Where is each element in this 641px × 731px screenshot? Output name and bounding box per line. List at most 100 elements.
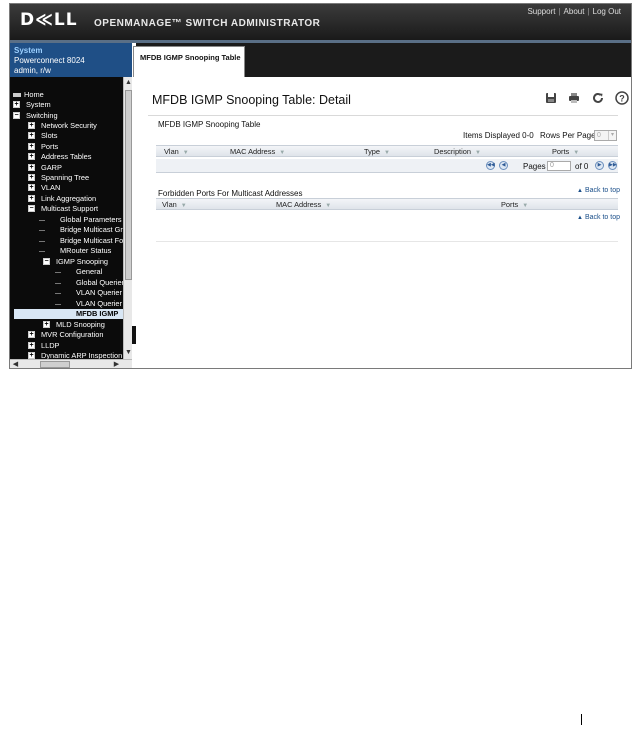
dell-logo: D≪LL xyxy=(20,10,78,30)
expand-icon[interactable]: + xyxy=(28,174,35,181)
nav-item-lldp[interactable]: + LLDP xyxy=(28,341,60,351)
expand-icon[interactable]: + xyxy=(28,195,35,202)
back-to-top-link[interactable]: ▲ Back to top xyxy=(577,214,620,221)
expand-icon[interactable]: + xyxy=(28,164,35,171)
nav-item-mld-snooping[interactable]: + MLD Snooping xyxy=(43,320,105,330)
col-ports[interactable]: Ports ▼ xyxy=(501,200,528,209)
nav-item-mrouter-status[interactable]: MRouter Status xyxy=(39,246,111,256)
page-of-label: of 0 xyxy=(575,162,589,171)
logout-link[interactable]: Log Out xyxy=(593,7,621,16)
title-divider xyxy=(148,115,618,116)
col-mac-address[interactable]: MAC Address ▼ xyxy=(276,200,331,209)
nav-item-ports[interactable]: + Ports xyxy=(28,142,58,152)
nav-item-global-querier[interactable]: Global Querier xyxy=(55,278,124,288)
nav-item-link-aggregation[interactable]: + Link Aggregation xyxy=(28,194,96,204)
nav-item-slots[interactable]: + Slots xyxy=(28,131,57,141)
page-footer-rule xyxy=(581,714,582,725)
items-displayed: Items Displayed 0-0 xyxy=(463,131,534,140)
expand-icon[interactable]: + xyxy=(28,153,35,160)
col-mac-address[interactable]: MAC Address ▼ xyxy=(230,147,285,156)
col-ports[interactable]: Ports ▼ xyxy=(552,147,579,156)
up-arrow-icon: ▲ xyxy=(577,215,583,221)
refresh-icon[interactable] xyxy=(590,90,606,106)
system-title: System xyxy=(14,46,43,55)
sort-icon: ▼ xyxy=(325,203,332,209)
nav-item-bridge-multicast-group[interactable]: Bridge Multicast Gr xyxy=(39,225,123,235)
col-description[interactable]: Description ▼ xyxy=(434,147,481,156)
top-links: Support | About | Log Out xyxy=(527,7,621,16)
svg-text:?: ? xyxy=(619,94,625,104)
prev-page-icon[interactable]: ◀ xyxy=(499,161,508,170)
expand-icon[interactable]: + xyxy=(28,184,35,191)
page-number-input[interactable]: 0 xyxy=(547,161,571,171)
support-link[interactable]: Support xyxy=(527,7,555,16)
about-link[interactable]: About xyxy=(564,7,585,16)
up-arrow-icon: ▲ xyxy=(577,188,583,194)
nav-horizontal-scrollbar[interactable]: ◀ ▶ xyxy=(10,359,132,368)
expand-icon[interactable]: + xyxy=(28,331,35,338)
nav-item-bridge-multicast-forward[interactable]: Bridge Multicast Fo xyxy=(39,236,123,246)
nav-item-igmp-snooping[interactable]: − IGMP Snooping xyxy=(43,257,108,267)
chevron-down-icon: ▾ xyxy=(608,131,616,140)
nav-item-multicast-support[interactable]: − Multicast Support xyxy=(28,204,98,214)
next-page-icon[interactable]: ▶ xyxy=(595,161,604,170)
expand-icon[interactable]: + xyxy=(43,321,50,328)
sort-icon: ▼ xyxy=(182,150,189,156)
expand-icon[interactable]: + xyxy=(28,122,35,129)
nav-item-vlan-querier[interactable]: VLAN Querier xyxy=(55,288,122,298)
sort-icon: ▼ xyxy=(573,150,580,156)
nav-item-network-security[interactable]: + Network Security xyxy=(28,121,97,131)
nav-item-igmp-general[interactable]: General xyxy=(55,267,102,277)
scroll-left-icon[interactable]: ◀ xyxy=(11,360,20,368)
section-divider xyxy=(156,241,618,242)
expand-icon[interactable]: + xyxy=(13,101,20,108)
system-info-panel: System Powerconnect 8024 admin, r/w xyxy=(10,43,132,77)
back-to-top-link[interactable]: ▲ Back to top xyxy=(577,187,620,194)
tab-mfdb-igmp-snooping-table[interactable]: MFDB IGMP Snooping Table xyxy=(133,46,245,77)
scroll-thumb-horizontal[interactable] xyxy=(40,361,70,368)
nav-item-dynamic-arp-inspection[interactable]: + Dynamic ARP Inspection xyxy=(28,351,122,359)
product-name: OPENMANAGE™ SWITCH ADMINISTRATOR xyxy=(94,18,321,29)
expand-icon[interactable]: + xyxy=(28,143,35,150)
nav-item-address-tables[interactable]: + Address Tables xyxy=(28,152,91,162)
col-vlan[interactable]: Vlan ▼ xyxy=(162,200,187,209)
rows-per-page-select[interactable]: 0 ▾ xyxy=(594,130,617,141)
expand-icon[interactable]: + xyxy=(28,132,35,139)
col-type[interactable]: Type ▼ xyxy=(364,147,390,156)
home-icon xyxy=(13,93,21,97)
content-area: MFDB IGMP Snooping Table: Detail ? MFDB … xyxy=(136,77,631,368)
expand-icon[interactable]: + xyxy=(28,352,35,359)
nav-item-system[interactable]: + System xyxy=(13,100,51,110)
screenshot-frame: D≪LL OPENMANAGE™ SWITCH ADMINISTRATOR Su… xyxy=(9,3,632,369)
nav-item-vlan-querier-status[interactable]: VLAN Querier S xyxy=(55,299,129,309)
nav-item-vlan[interactable]: + VLAN xyxy=(28,183,60,193)
expand-icon[interactable]: + xyxy=(28,342,35,349)
last-page-icon[interactable]: ▶▶ xyxy=(608,161,617,170)
page-title: MFDB IGMP Snooping Table: Detail xyxy=(152,93,351,107)
help-icon[interactable]: ? xyxy=(614,90,630,106)
nav-item-mfdb-igmp[interactable]: MFDB IGMP xyxy=(14,309,123,319)
collapse-icon[interactable]: − xyxy=(13,112,20,119)
forbidden-table-header: Vlan ▼ MAC Address ▼ Ports ▼ xyxy=(156,198,618,210)
mfdb-table-header: Vlan ▼ MAC Address ▼ Type ▼ Description ▼ Po… xyxy=(156,145,618,157)
pages-label: Pages xyxy=(523,162,546,171)
sort-icon: ▼ xyxy=(522,203,529,209)
sort-icon: ▼ xyxy=(180,203,187,209)
scroll-thumb[interactable] xyxy=(125,90,132,280)
save-icon[interactable] xyxy=(543,90,559,106)
collapse-icon[interactable]: − xyxy=(28,205,35,212)
col-vlan[interactable]: Vlan ▼ xyxy=(164,147,189,156)
rows-per-page-label: Rows Per Page xyxy=(540,131,596,140)
nav-item-garp[interactable]: + GARP xyxy=(28,163,62,173)
nav-item-spanning-tree[interactable]: + Spanning Tree xyxy=(28,173,89,183)
sort-icon: ▼ xyxy=(279,150,286,156)
scroll-right-icon[interactable]: ▶ xyxy=(112,360,121,368)
print-icon[interactable] xyxy=(566,90,582,106)
nav-item-global-parameters[interactable]: Global Parameters xyxy=(39,215,122,225)
first-page-icon[interactable]: ◀◀ xyxy=(486,161,495,170)
collapse-icon[interactable]: − xyxy=(43,258,50,265)
mfdb-table-pager: ◀◀ ◀ Pages 0 of 0 ▶ ▶▶ xyxy=(156,159,618,173)
nav-item-home[interactable]: Home xyxy=(13,90,44,100)
nav-item-mvr-configuration[interactable]: + MVR Configuration xyxy=(28,330,103,340)
nav-item-switching[interactable]: − Switching xyxy=(13,111,58,121)
